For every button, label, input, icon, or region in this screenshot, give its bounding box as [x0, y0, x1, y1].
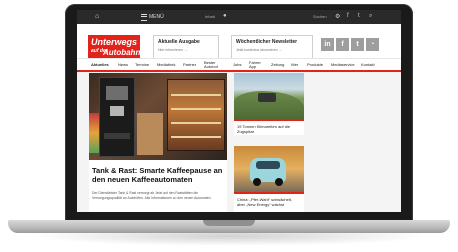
menu-button[interactable]: MENÜ	[149, 14, 164, 20]
main-article[interactable]: Tank & Rast: Smarte Kaffeepause an den n…	[89, 73, 227, 212]
nav-item-aktuelles[interactable]: Aktuelles	[91, 62, 109, 67]
site-logo[interactable]: Unterwegs auf der Autobahn	[88, 35, 140, 59]
side-article[interactable]: China: „Pfer-Wahl“ schwächelt, aber „New…	[234, 146, 304, 212]
nav-item-mediaservice[interactable]: Mediaservice	[331, 62, 355, 67]
nav-item-termine[interactable]: Termine	[135, 62, 149, 67]
coffee-machine	[99, 77, 135, 157]
accent-bar	[234, 119, 304, 121]
side-article[interactable]: 19 Tonnen Klimaretten auf die Zugspitze	[234, 73, 304, 135]
search-icon[interactable]: ⌕	[369, 13, 372, 20]
home-icon[interactable]: ⌂	[95, 13, 99, 20]
nav-item-fahrer-app[interactable]: Fahrer App	[249, 61, 263, 69]
nav-item-bester-autohof[interactable]: Bester Autohof	[204, 61, 224, 69]
current-edition-link[interactable]: Hier informieren →	[158, 48, 187, 52]
nav-item-mediathek[interactable]: Mediathek	[157, 62, 175, 67]
main-article-teaser: Der Dienstleister Tank & Rast versorgt a…	[92, 191, 212, 200]
drink-shelf	[167, 79, 225, 151]
side-article-caption[interactable]: China: „Pfer-Wahl“ schwächelt, aber „New…	[237, 197, 301, 207]
side-article-image[interactable]	[234, 146, 304, 192]
current-edition-title: Aktuelle Ausgabe	[158, 39, 200, 45]
site-header: Unterwegs auf der Autobahn Aktuelle Ausg…	[77, 24, 401, 59]
topbar-link-search[interactable]: Suchen	[313, 14, 327, 19]
nav-item-partner[interactable]: Partner	[183, 62, 196, 67]
laptop-notch	[203, 220, 255, 226]
current-edition-box[interactable]: Aktuelle Ausgabe Hier informieren →	[153, 35, 219, 59]
facebook-mini-icon[interactable]: f	[347, 13, 349, 19]
logo-line1: Unterwegs	[91, 37, 138, 47]
main-navigation: Aktuelles News Termine Mediathek Partner…	[77, 58, 401, 72]
nav-item-news[interactable]: News	[118, 62, 128, 67]
nav-item-zeitung[interactable]: Zeitung	[271, 62, 284, 67]
twitter-icon[interactable]: t	[351, 38, 364, 51]
accent-bar	[234, 192, 304, 194]
top-bar: ⌂ MENÜ Inhalt ● Suchen ⚙ f t ⌕	[77, 10, 401, 24]
newsletter-title: Wöchentlicher Newsletter	[236, 39, 298, 45]
counter	[137, 113, 163, 155]
nav-item-jobs[interactable]: Jobs	[233, 62, 241, 67]
logo-line3: Autobahn	[103, 48, 141, 57]
main-article-title[interactable]: Tank & Rast: Smarte Kaffeepause an den n…	[92, 166, 226, 184]
snack-rack	[89, 113, 99, 153]
nav-item-wer[interactable]: Wer	[291, 62, 298, 67]
rss-icon[interactable]: ◔	[366, 38, 379, 51]
user-icon[interactable]: ●	[223, 13, 227, 19]
settings-icon[interactable]: ⚙	[335, 13, 340, 20]
main-article-image[interactable]	[89, 73, 227, 160]
newsletter-box[interactable]: Wöchentlicher Newsletter Jetzt kostenlos…	[231, 35, 313, 59]
side-article-image[interactable]	[234, 73, 304, 119]
laptop-screen: ⌂ MENÜ Inhalt ● Suchen ⚙ f t ⌕ Unterwegs…	[77, 10, 401, 212]
nav-item-produkte[interactable]: Produkte	[307, 62, 323, 67]
linkedin-icon[interactable]: in	[321, 38, 334, 51]
newsletter-link[interactable]: Jetzt kostenlos abonnieren →	[236, 48, 282, 52]
hamburger-icon[interactable]	[141, 14, 147, 21]
facebook-icon[interactable]: f	[336, 38, 349, 51]
topbar-link-content[interactable]: Inhalt	[205, 14, 215, 19]
twitter-mini-icon[interactable]: t	[358, 13, 360, 19]
side-article-caption[interactable]: 19 Tonnen Klimaretten auf die Zugspitze	[237, 124, 301, 134]
nav-item-kontakt[interactable]: Kontakt	[361, 62, 375, 67]
